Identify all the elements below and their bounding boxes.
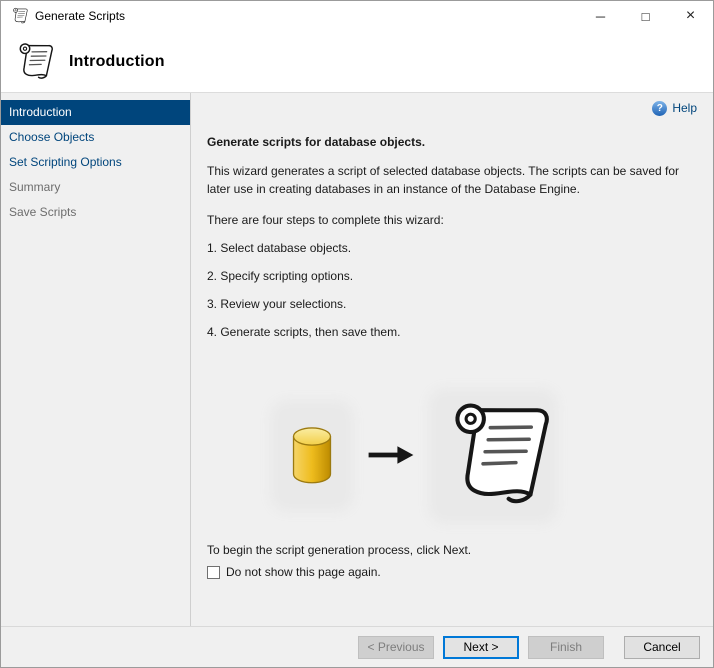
steps-intro: There are four steps to complete this wi…	[207, 213, 444, 227]
illustration	[279, 393, 697, 519]
button-bar: < Previous Next > Finish Cancel	[1, 626, 713, 667]
dont-show-again-label: Do not show this page again.	[226, 565, 381, 579]
dont-show-again-row: Do not show this page again.	[207, 565, 697, 579]
arrow-right-icon	[367, 442, 415, 471]
main-area: Introduction Choose Objects Set Scriptin…	[1, 93, 713, 626]
step-4: 4. Generate scripts, then save them.	[207, 325, 401, 339]
generate-scripts-window: Generate Scripts ─ □ × Introduction Intr…	[0, 0, 714, 668]
help-icon[interactable]: ?	[652, 100, 668, 116]
database-icon	[279, 409, 345, 503]
step-2: 2. Specify scripting options.	[207, 269, 354, 283]
intro-paragraph: This wizard generates a script of select…	[207, 164, 680, 196]
window-title: Generate Scripts	[35, 9, 126, 23]
script-scroll-icon	[10, 7, 28, 25]
help-link[interactable]: Help	[672, 101, 697, 115]
previous-button: < Previous	[358, 635, 434, 659]
next-button[interactable]: Next >	[443, 635, 519, 659]
minimize-button[interactable]: ─	[578, 1, 623, 31]
cancel-button[interactable]: Cancel	[624, 635, 700, 659]
page-content: ? Help Generate scripts for database obj…	[191, 93, 713, 626]
wizard-header: Introduction	[1, 31, 713, 93]
page-title: Introduction	[69, 52, 165, 70]
sidebar-item-set-scripting-options[interactable]: Set Scripting Options	[1, 150, 190, 175]
sidebar-item-introduction[interactable]: Introduction	[1, 100, 190, 125]
content-heading: Generate scripts for database objects.	[207, 135, 426, 149]
window-controls: ─ □ ×	[578, 1, 713, 31]
script-scroll-illustration	[437, 397, 549, 515]
sidebar-item-save-scripts: Save Scripts	[9, 205, 77, 219]
close-button[interactable]: ×	[668, 1, 713, 31]
step-1: 1. Select database objects.	[207, 241, 352, 255]
closing-text: To begin the script generation process, …	[207, 543, 472, 557]
titlebar: Generate Scripts ─ □ ×	[1, 1, 713, 31]
sidebar-item-choose-objects[interactable]: Choose Objects	[1, 125, 190, 150]
step-3: 3. Review your selections.	[207, 297, 347, 311]
script-scroll-icon-large	[13, 40, 53, 84]
help-row: ? Help	[207, 99, 697, 117]
maximize-button[interactable]: □	[623, 1, 668, 31]
finish-button: Finish	[528, 635, 604, 659]
wizard-steps-sidebar: Introduction Choose Objects Set Scriptin…	[1, 93, 191, 626]
sidebar-item-summary: Summary	[9, 180, 61, 194]
dont-show-again-checkbox[interactable]	[207, 565, 220, 579]
